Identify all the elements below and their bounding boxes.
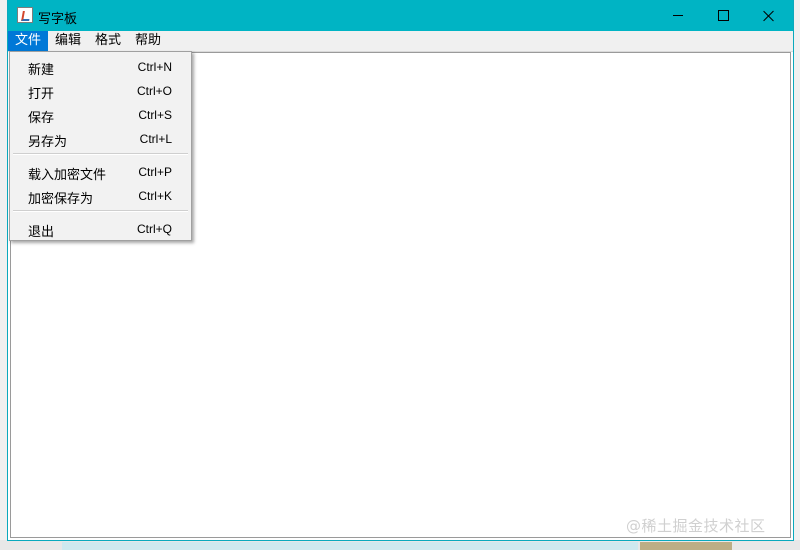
close-icon [763,10,775,22]
desktop-background-bottom [0,540,800,550]
background-window-fragment [640,542,732,550]
menu-format[interactable]: 格式 [88,31,128,51]
menu-help[interactable]: 帮助 [128,31,168,51]
minimize-icon [673,15,683,16]
desktop-background-left [0,0,8,550]
desktop-background-right [792,0,800,550]
menu-item-shortcut: Ctrl+N [137,60,172,74]
menu-item-label: 加密保存为 [28,192,94,207]
menu-item-label: 保存 [28,111,55,126]
menu-item-save-as[interactable]: 另存为 Ctrl+L [10,126,191,150]
background-window-fragment [62,542,638,550]
menu-file[interactable]: 文件 [8,31,49,51]
window-title: 写字板 [38,12,78,27]
menu-item-label: 载入加密文件 [28,168,107,183]
maximize-icon [717,10,729,21]
close-button[interactable] [746,0,792,31]
file-menu-dropdown: 新建 Ctrl+N 打开 Ctrl+O 保存 Ctrl+S 另存为 Ctrl+L… [9,51,192,241]
menu-item-shortcut: Ctrl+L [139,132,172,146]
menu-item-save[interactable]: 保存 Ctrl+S [10,102,191,126]
title-bar[interactable]: 写字板 [8,0,793,31]
watermark: @稀土掘金技术社区 [626,517,766,535]
menu-item-label: 另存为 [28,135,68,150]
menu-item-label: 新建 [28,63,55,78]
minimize-button[interactable] [655,0,701,31]
menu-item-exit[interactable]: 退出 Ctrl+Q [10,216,191,240]
menu-item-shortcut: Ctrl+P [138,165,172,179]
menu-item-label: 退出 [28,225,55,240]
menu-item-new[interactable]: 新建 Ctrl+N [10,54,191,78]
menu-bar: 文件 编辑 格式 帮助 [8,31,793,52]
menu-separator [13,210,188,212]
menu-separator [13,153,188,155]
menu-item-shortcut: Ctrl+O [136,84,172,98]
menu-item-shortcut: Ctrl+S [138,108,172,122]
menu-item-open[interactable]: 打开 Ctrl+O [10,78,191,102]
menu-item-label: 打开 [28,87,55,102]
menu-item-shortcut: Ctrl+K [138,189,172,203]
java-coffee-icon [17,7,33,23]
maximize-button[interactable] [700,0,746,31]
menu-edit[interactable]: 编辑 [48,31,88,51]
menu-item-shortcut: Ctrl+Q [136,222,172,236]
menu-item-encrypt-save-as[interactable]: 加密保存为 Ctrl+K [10,183,191,207]
menu-item-load-encrypted[interactable]: 载入加密文件 Ctrl+P [10,159,191,183]
